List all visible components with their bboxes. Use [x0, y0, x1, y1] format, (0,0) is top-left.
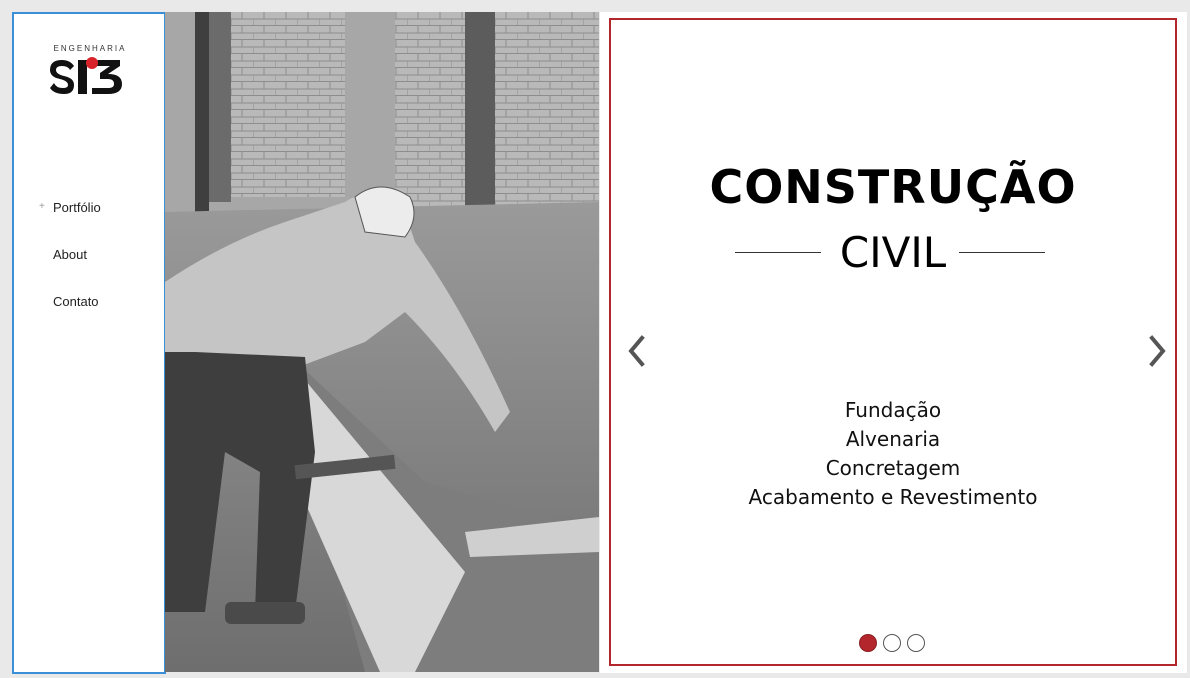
services-list: Fundação Alvenaria Concretagem Acabament… [611, 396, 1175, 512]
logo-mark-icon [50, 57, 122, 94]
service-item: Fundação [844, 398, 942, 422]
slide-dot-3[interactable] [907, 634, 925, 652]
nav-item-label: About [53, 247, 87, 262]
nav-item-portfolio[interactable]: + Portfólio [14, 200, 164, 247]
chevron-left-icon[interactable] [625, 334, 649, 368]
hero-photo [165, 12, 599, 672]
logo-company-word: ENGENHARIA [53, 44, 127, 53]
content-panel: CONSTRUÇÃO CIVIL Fundação Alvenaria Conc… [600, 12, 1187, 673]
service-item: Acabamento e Revestimento [748, 485, 1038, 509]
nav-item-contato[interactable]: Contato [14, 294, 164, 341]
sidebar: ENGENHARIA + Portfólio About Contato [12, 12, 166, 674]
logo[interactable]: ENGENHARIA [48, 44, 132, 100]
nav-item-label: Contato [53, 294, 99, 309]
service-item: Alvenaria [845, 427, 941, 451]
construction-worker-photo-icon [165, 12, 599, 672]
slide-dot-1[interactable] [859, 634, 877, 652]
slide-title: CONSTRUÇÃO [709, 160, 1077, 214]
slider-pagination [859, 634, 939, 654]
content-frame: CONSTRUÇÃO CIVIL Fundação Alvenaria Conc… [609, 18, 1177, 666]
title-divider-right [959, 252, 1045, 253]
service-item: Concretagem [825, 456, 961, 480]
main-nav: + Portfólio About Contato [14, 200, 164, 341]
nav-bullet-plus-icon: + [39, 201, 45, 212]
nav-item-label: Portfólio [53, 200, 101, 215]
nav-item-about[interactable]: About [14, 247, 164, 294]
slide-dot-2[interactable] [883, 634, 901, 652]
chevron-right-icon[interactable] [1145, 334, 1169, 368]
slide-subtitle: CIVIL [839, 228, 947, 277]
